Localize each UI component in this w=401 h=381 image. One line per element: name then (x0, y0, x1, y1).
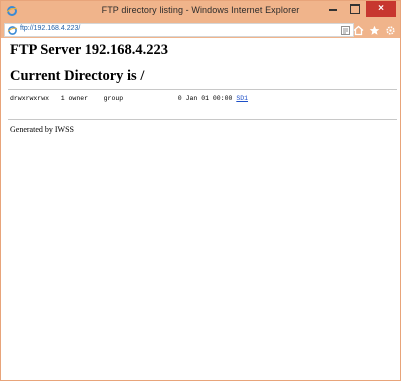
title-bar[interactable]: FTP directory listing - Windows Internet… (1, 1, 400, 22)
entry-name-link[interactable]: SD1 (236, 95, 248, 102)
command-icons (353, 23, 396, 37)
top-divider (8, 89, 397, 90)
star-icon[interactable] (369, 25, 380, 36)
address-url: ftp://192.168.4.223/ (20, 25, 81, 32)
home-icon[interactable] (353, 25, 364, 36)
entry-owner: owner (68, 95, 89, 102)
address-field[interactable]: ftp://192.168.4.223/ (4, 23, 354, 37)
address-toolbar: ftp://192.168.4.223/ (1, 22, 400, 38)
maximize-button[interactable] (344, 1, 364, 17)
bottom-divider (8, 119, 397, 120)
directory-listing: drwxrwxrwx 1 owner group 0 Jan 01 00:00 … (10, 95, 248, 102)
entry-size: 0 (177, 95, 182, 102)
compatibility-view-icon[interactable] (341, 26, 350, 35)
directory-heading: Current Directory is / (10, 68, 145, 84)
entry-links: 1 (60, 95, 65, 102)
entry-permissions: drwxrwxrwx (10, 95, 50, 102)
entry-group: group (103, 95, 124, 102)
entry-date: Jan 01 00:00 (185, 95, 233, 102)
gear-icon[interactable] (385, 25, 396, 36)
footer-text: Generated by IWSS (10, 125, 74, 134)
server-heading: FTP Server 192.168.4.223 (10, 42, 169, 58)
ie-page-icon (7, 26, 18, 35)
minimize-button[interactable] (324, 1, 342, 17)
close-button[interactable]: × (366, 1, 396, 17)
browser-window: FTP directory listing - Windows Internet… (0, 0, 401, 381)
